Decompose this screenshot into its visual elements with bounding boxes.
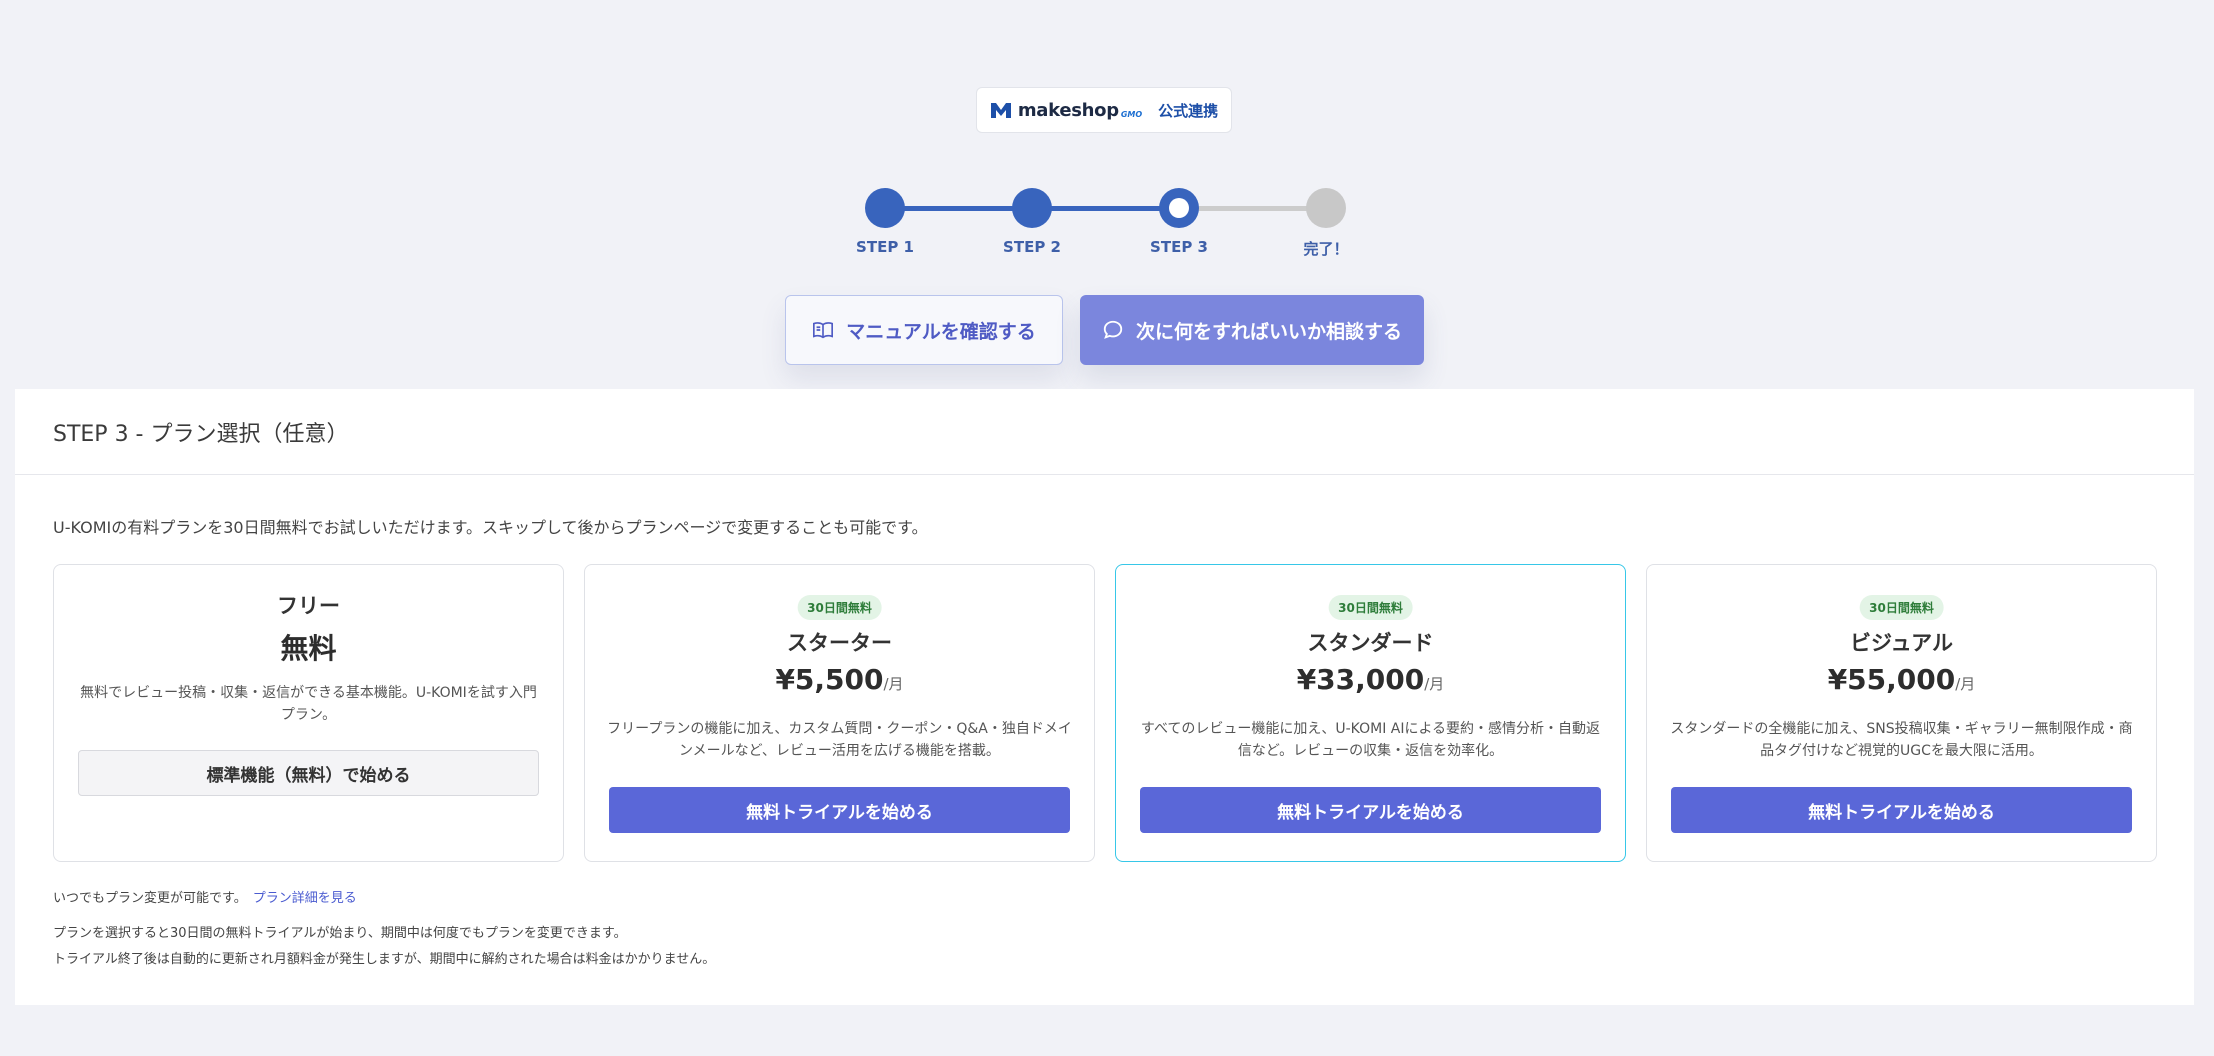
plan-card-free: フリー 無料 無料でレビュー投稿・収集・返信ができる基本機能。U-KOMIを試す… [53,564,564,862]
plan-name: ビジュアル [1850,631,1953,655]
plan-price-amount: ¥33,000 [1296,663,1425,696]
step-2-dot [1012,188,1052,228]
page: makeshop GMO 公式連携 STEP 1 STEP 2 STEP 3 完… [0,0,2214,1056]
plan-name: スタンダード [1307,631,1434,655]
step-3-label: STEP 3 [1150,238,1208,256]
plan-description: すべてのレビュー機能に加え、U-KOMI AIによる要約・感情分析・自動返信など… [1140,721,1601,759]
plan-price-unit: /月 [1955,675,1976,693]
step-3-dot [1159,188,1199,228]
plan-price: ¥5,500/月 [585,663,1094,696]
consult-next-step-label: 次に何をすればいいか相談する [1135,320,1402,343]
free-trial-badge: 30日間無料 [1328,595,1413,620]
card-title: STEP 3 - プラン選択（任意） [15,389,2194,475]
plan-name: スターター [787,631,892,655]
free-trial-badge: 30日間無料 [1859,595,1944,620]
view-manual-label: マニュアルを確認する [846,320,1036,343]
plan-change-note-text: いつでもプラン変更が可能です。 [53,891,247,906]
plan-price-amount: 無料 [280,632,337,665]
view-manual-button[interactable]: マニュアルを確認する [785,295,1063,365]
plan-intro-text: U-KOMIの有料プランを30日間無料でお試しいただけます。スキップして後からプ… [53,518,928,537]
step-2-label: STEP 2 [1003,238,1061,256]
plan-selection-card: STEP 3 - プラン選択（任意） U-KOMIの有料プランを30日間無料でお… [15,389,2194,1005]
chat-bubble-icon [1103,320,1123,339]
plan-price-amount: ¥5,500 [775,663,884,696]
plan-price-unit: /月 [883,675,904,693]
start-free-plan-button[interactable]: 標準機能（無料）で始める [78,750,539,796]
step-connector-2 [1032,206,1179,211]
plan-price-amount: ¥55,000 [1827,663,1956,696]
plan-change-note: いつでもプラン変更が可能です。 プラン詳細を見る [53,887,357,906]
plan-details-link[interactable]: プラン詳細を見る [253,891,357,906]
plan-price: ¥33,000/月 [1116,663,1625,696]
book-icon [813,322,834,339]
plan-card-standard: 30日間無料 スタンダード ¥33,000/月 すべてのレビュー機能に加え、U-… [1115,564,1626,862]
step-connector-1 [885,206,1032,211]
consult-next-step-button[interactable]: 次に何をすればいいか相談する [1080,295,1424,365]
plan-card-starter: 30日間無料 スターター ¥5,500/月 フリープランの機能に加え、カスタム質… [584,564,1095,862]
plan-price-unit: /月 [1424,675,1445,693]
step-complete-dot [1306,188,1346,228]
progress-stepper: STEP 1 STEP 2 STEP 3 完了！ [0,0,2214,270]
plan-description: フリープランの機能に加え、カスタム質問・クーポン・Q&A・独自ドメインメールなど… [607,721,1072,759]
plan-price: ¥55,000/月 [1647,663,2156,696]
plan-description: 無料でレビュー投稿・収集・返信ができる基本機能。U-KOMIを試す入門プラン。 [80,685,537,723]
trial-footnote-2: トライアル終了後は自動的に更新され月額料金が発生しますが、期間中に解約された場合… [53,952,716,967]
plan-list: フリー 無料 無料でレビュー投稿・収集・返信ができる基本機能。U-KOMIを試す… [53,564,2157,864]
step-complete-label: 完了！ [1303,240,1349,258]
trial-footnote-1: プランを選択すると30日間の無料トライアルが始まり、期間中は何度でもプランを変更… [53,926,627,941]
step-connector-3 [1179,206,1326,211]
plan-name: フリー [277,594,340,618]
plan-price: 無料 [54,627,563,667]
start-trial-standard-button[interactable]: 無料トライアルを始める [1140,787,1601,833]
step-1-label: STEP 1 [856,238,914,256]
start-trial-starter-button[interactable]: 無料トライアルを始める [609,787,1070,833]
start-trial-visual-button[interactable]: 無料トライアルを始める [1671,787,2132,833]
plan-description: スタンダードの全機能に加え、SNS投稿収集・ギャラリー無制限作成・商品タグ付けな… [1670,721,2133,759]
free-trial-badge: 30日間無料 [797,595,882,620]
plan-card-visual: 30日間無料 ビジュアル ¥55,000/月 スタンダードの全機能に加え、SNS… [1646,564,2157,862]
step-1-dot [865,188,905,228]
